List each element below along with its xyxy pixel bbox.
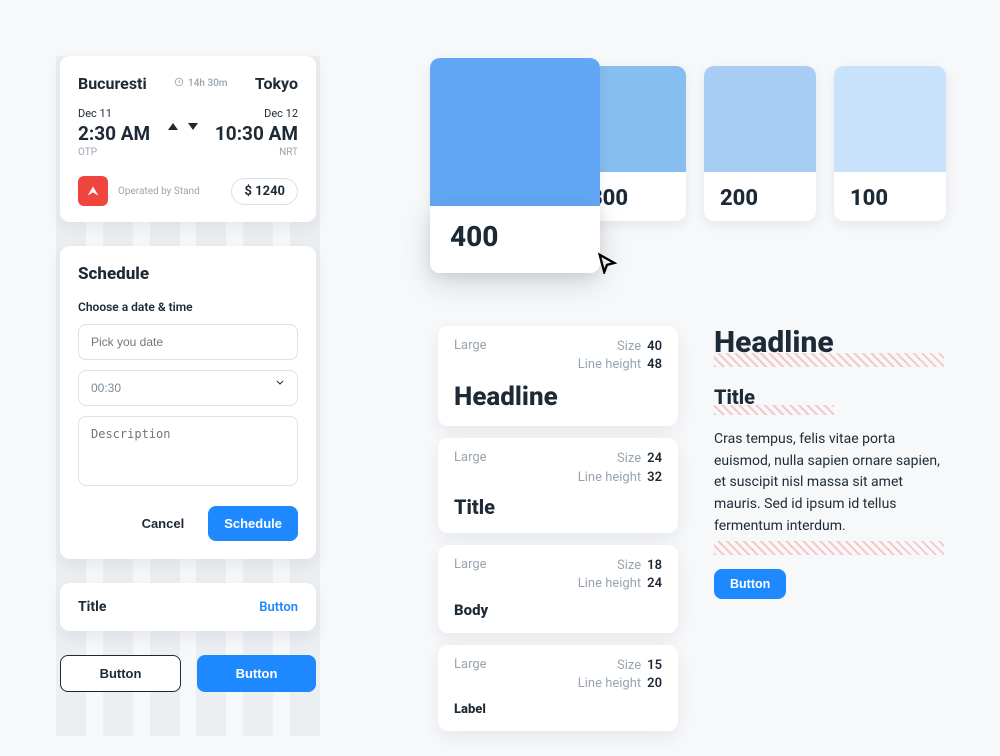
time-select[interactable] <box>78 370 298 406</box>
price-pill[interactable]: $ 1240 <box>231 178 298 205</box>
sort-down-icon[interactable] <box>188 123 198 130</box>
type-spec-label: Large Size15 Line height20 Label <box>438 645 678 730</box>
color-swatch-200[interactable]: 200 <box>704 66 816 221</box>
cancel-button[interactable]: Cancel <box>126 506 201 541</box>
type-tag: Large <box>454 338 487 353</box>
primary-button[interactable]: Button <box>197 655 316 692</box>
list-tile[interactable]: Title Button <box>60 583 316 631</box>
schedule-title: Schedule <box>78 264 298 284</box>
type-specimen: Label <box>454 702 662 717</box>
showcase-title: Title <box>714 385 944 409</box>
hatch-pattern <box>714 541 944 555</box>
flight-card: Bucuresti 14h 30m Tokyo Dec 11 2:30 AM O… <box>60 56 316 222</box>
chevron-down-icon <box>274 374 286 393</box>
arr-time: 10:30 AM <box>215 122 298 145</box>
clock-icon <box>174 77 184 90</box>
description-input[interactable] <box>78 416 298 486</box>
arr-code: NRT <box>279 147 298 158</box>
tile-title: Title <box>78 599 106 615</box>
type-specimen: Headline <box>454 382 662 412</box>
type-spec-body: Large Size18 Line height24 Body <box>438 545 678 633</box>
type-tag: Large <box>454 657 487 672</box>
cursor-icon <box>596 252 618 278</box>
type-specimen: Title <box>454 495 662 519</box>
dep-date: Dec 11 <box>78 107 112 120</box>
text-showcase: Headline Title Cras tempus, felis vitae … <box>714 326 944 599</box>
type-spec-headline: Large Size40 Line height48 Headline <box>438 326 678 426</box>
schedule-subtitle: Choose a date & time <box>78 300 298 314</box>
sort-up-icon[interactable] <box>168 123 178 130</box>
operated-by: Operated by Stand <box>118 186 200 197</box>
dep-code: OTP <box>78 147 97 158</box>
outline-button[interactable]: Button <box>60 655 181 692</box>
type-spec-title: Large Size24 Line height32 Title <box>438 438 678 532</box>
color-swatch-400[interactable]: 400 <box>430 58 600 273</box>
type-tag: Large <box>454 450 487 465</box>
arr-date: Dec 12 <box>264 107 298 120</box>
airline-logo-icon <box>78 176 108 206</box>
dep-time: 2:30 AM <box>78 122 150 145</box>
flight-from-city: Bucuresti <box>78 74 147 93</box>
type-spec-column: Large Size40 Line height48 Headline Larg… <box>438 326 678 731</box>
showcase-body: Cras tempus, felis vitae porta euismod, … <box>714 429 944 537</box>
schedule-card: Schedule Choose a date & time Cancel Sch… <box>60 246 316 559</box>
flight-to-city: Tokyo <box>255 74 298 93</box>
date-input[interactable] <box>78 324 298 360</box>
type-tag: Large <box>454 557 487 572</box>
type-specimen: Body <box>454 601 662 619</box>
showcase-button[interactable]: Button <box>714 569 786 599</box>
color-swatch-row: 400 300 200 100 <box>430 66 946 281</box>
flight-duration: 14h 30m <box>174 77 228 90</box>
color-swatch-100[interactable]: 100 <box>834 66 946 221</box>
schedule-button[interactable]: Schedule <box>208 506 298 541</box>
tile-action[interactable]: Button <box>259 600 298 615</box>
